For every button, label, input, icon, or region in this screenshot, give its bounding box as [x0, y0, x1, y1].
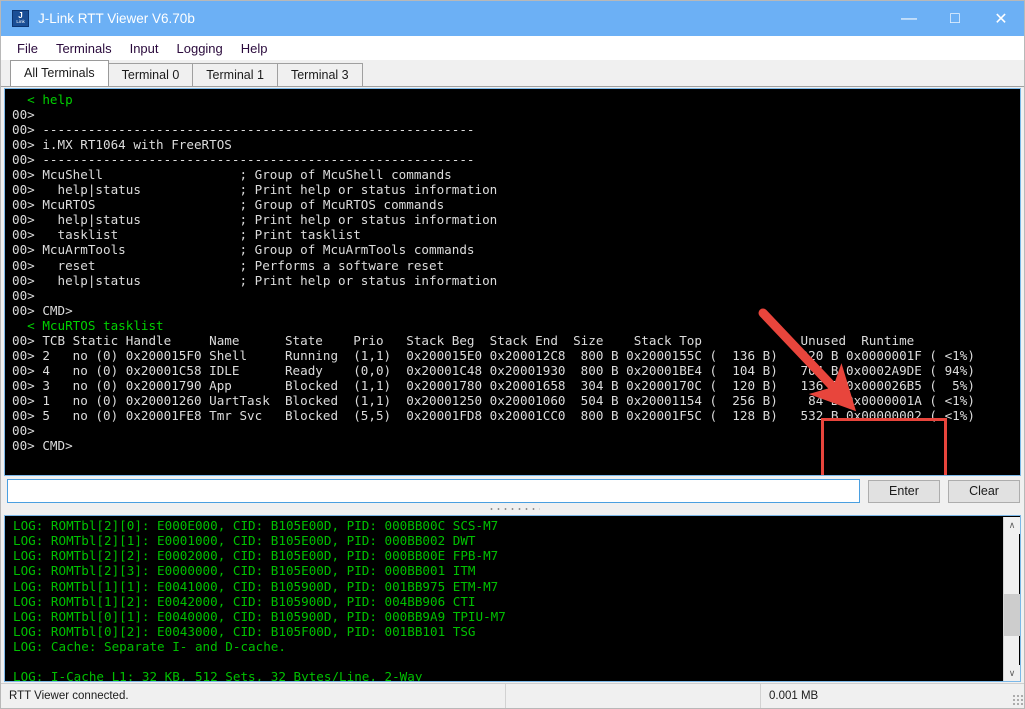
command-input-row: Enter Clear: [1, 478, 1024, 504]
log-line: LOG: ROMTbl[0][1]: E0040000, CID: B10590…: [13, 608, 506, 624]
terminal-line: 00> McuArmTools ; Group of McuArmTools c…: [12, 242, 475, 258]
terminal-line: 00> reset ; Performs a software reset: [12, 257, 445, 273]
title-bar-left: J Link J-Link RTT Viewer V6.70b: [1, 10, 886, 27]
enter-button[interactable]: Enter: [868, 479, 940, 503]
minimize-button[interactable]: —: [886, 1, 932, 36]
terminal-line: 00>: [12, 423, 35, 439]
status-connection: RTT Viewer connected.: [1, 684, 506, 708]
menu-item-logging[interactable]: Logging: [168, 39, 232, 58]
log-output-panel[interactable]: LOG: ROMTbl[2][0]: E000E000, CID: B105E0…: [4, 515, 1021, 682]
log-line: LOG: ROMTbl[2][0]: E000E000, CID: B105E0…: [13, 518, 499, 533]
clear-button[interactable]: Clear: [948, 479, 1020, 503]
terminal-line: 00> 4 no (0) 0x20001C58 IDLE Ready (0,0)…: [12, 362, 975, 378]
log-output-text: LOG: ROMTbl[2][0]: E000E000, CID: B105E0…: [13, 518, 506, 682]
title-bar: J Link J-Link RTT Viewer V6.70b — □ ✕: [1, 1, 1024, 36]
close-button[interactable]: ✕: [978, 1, 1024, 36]
status-bar: RTT Viewer connected. 0.001 MB: [1, 683, 1024, 708]
terminal-output-panel[interactable]: < help 00> 00> ---------------------------…: [4, 88, 1021, 476]
terminal-line: 00> i.MX RT1064 with FreeRTOS: [12, 137, 232, 153]
terminal-line: 00> McuRTOS ; Group of McuRTOS commands: [12, 197, 445, 213]
log-line: LOG: ROMTbl[2][3]: E0000000, CID: B105E0…: [13, 563, 476, 579]
log-scrollbar[interactable]: ∧ ∨: [1003, 517, 1020, 681]
window-resize-grip-icon[interactable]: [1012, 694, 1023, 705]
log-line: LOG: ROMTbl[2][1]: E0001000, CID: B105E0…: [13, 533, 476, 549]
menu-item-help[interactable]: Help: [232, 39, 277, 58]
jlink-icon: J Link: [12, 10, 29, 27]
terminal-line: 00> 2 no (0) 0x200015F0 Shell Running (1…: [12, 347, 975, 363]
menu-bar: File Terminals Input Logging Help: [1, 36, 1024, 60]
menu-item-input[interactable]: Input: [121, 39, 168, 58]
terminal-line: 00> help|status ; Print help or status i…: [12, 212, 498, 228]
splitter-grip-icon: [487, 507, 540, 512]
terminal-line: 00> 5 no (0) 0x20001FE8 Tmr Svc Blocked …: [12, 407, 975, 423]
terminal-line: 00> TCB Static Handle Name State Prio St…: [12, 332, 915, 348]
terminal-line: 00> help|status ; Print help or status i…: [12, 272, 498, 288]
tab-all-terminals[interactable]: All Terminals: [10, 60, 109, 86]
terminal-line: 00> 3 no (0) 0x20001790 App Blocked (1,1…: [12, 377, 975, 393]
terminal-line: 00> CMD>: [12, 302, 73, 318]
window-controls: — □ ✕: [886, 1, 1024, 36]
scrollbar-thumb[interactable]: [1004, 594, 1020, 636]
log-line: LOG: ROMTbl[1][2]: E0042000, CID: B10590…: [13, 593, 476, 609]
terminal-line: 00>: [12, 107, 35, 123]
log-line: LOG: Cache: Separate I- and D-cache.: [13, 639, 286, 655]
terminal-line: 00> tasklist ; Print tasklist: [12, 227, 361, 243]
log-line: LOG: I-Cache L1: 32 KB, 512 Sets, 32 Byt…: [13, 669, 423, 682]
jlink-rtt-viewer-window: J Link J-Link RTT Viewer V6.70b — □ ✕ Fil…: [0, 0, 1025, 709]
window-title: J-Link RTT Viewer V6.70b: [38, 11, 195, 26]
terminal-line: < help: [12, 92, 73, 107]
terminal-output-text: < help 00> 00> ---------------------------…: [12, 92, 1020, 453]
command-input[interactable]: [7, 479, 860, 503]
terminal-tab-strip: All Terminals Terminal 0 Terminal 1 Term…: [1, 60, 1024, 87]
terminal-line: 00> CMD>: [12, 438, 73, 454]
menu-item-file[interactable]: File: [8, 39, 47, 58]
scroll-up-icon[interactable]: ∧: [1004, 517, 1020, 534]
tab-terminal-1[interactable]: Terminal 1: [192, 63, 278, 86]
terminal-line: 00> ------------------------------------…: [12, 152, 475, 168]
status-middle: [506, 684, 761, 708]
terminal-line: 00> McuShell ; Group of McuShell command…: [12, 167, 452, 183]
menu-item-terminals[interactable]: Terminals: [47, 39, 121, 58]
terminal-line: 00> help|status ; Print help or status i…: [12, 182, 498, 198]
terminal-line: 00>: [12, 287, 35, 303]
log-line: LOG: ROMTbl[1][1]: E0041000, CID: B10590…: [13, 578, 499, 594]
terminal-line: < McuRTOS tasklist: [12, 317, 164, 333]
tab-terminal-3[interactable]: Terminal 3: [276, 63, 363, 86]
status-data-size: 0.001 MB: [769, 690, 819, 702]
maximize-button[interactable]: □: [932, 1, 978, 36]
scroll-down-icon[interactable]: ∨: [1004, 665, 1020, 681]
terminal-line: 00> 1 no (0) 0x20001260 UartTask Blocked…: [12, 392, 975, 408]
log-line: LOG: ROMTbl[2][2]: E0002000, CID: B105E0…: [13, 548, 499, 564]
tab-terminal-0[interactable]: Terminal 0: [107, 63, 194, 86]
panel-splitter[interactable]: [1, 504, 1024, 515]
terminal-line: 00> ------------------------------------…: [12, 122, 475, 138]
log-line: LOG: ROMTbl[0][2]: E0043000, CID: B105F0…: [13, 623, 476, 639]
